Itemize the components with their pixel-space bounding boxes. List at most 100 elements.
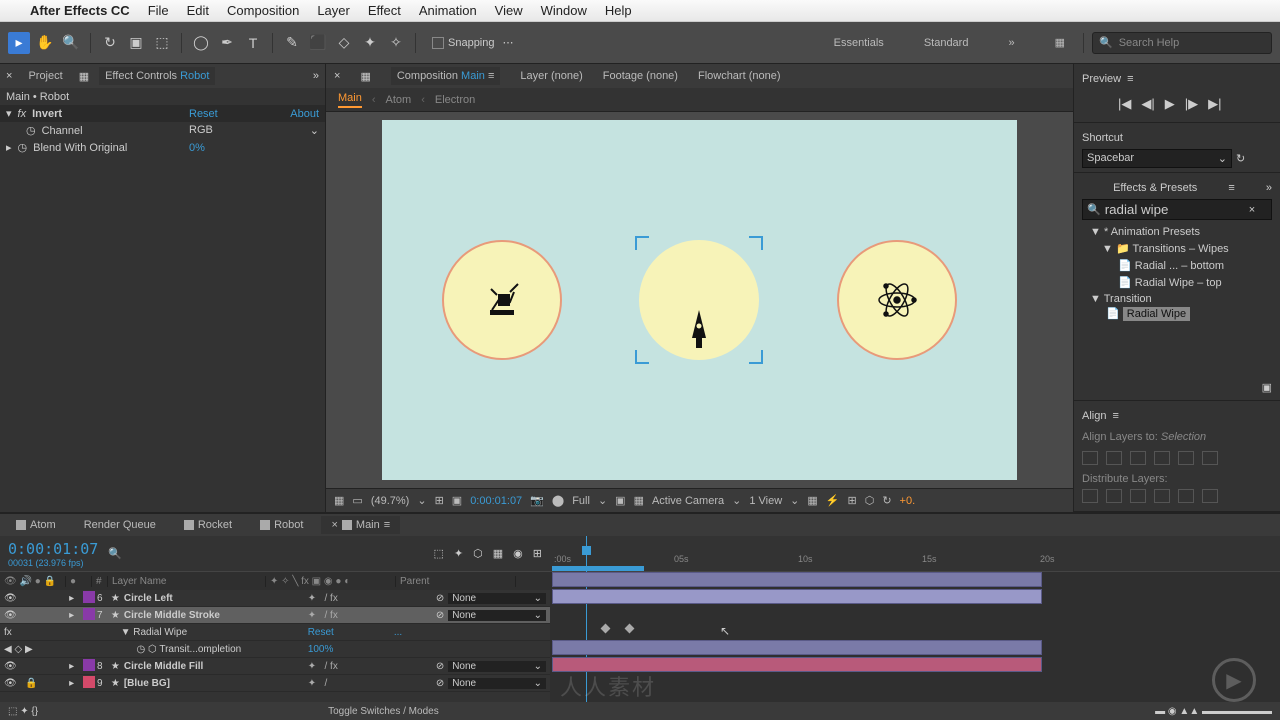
align-bottom-icon[interactable]: [1202, 451, 1218, 465]
menu-composition[interactable]: Composition: [227, 3, 299, 18]
channel-icon[interactable]: ⬤: [552, 494, 564, 507]
play-icon[interactable]: ▶: [1165, 96, 1175, 112]
panel-menu-icon[interactable]: ≡: [1112, 410, 1118, 422]
clear-search-icon[interactable]: ×: [1249, 204, 1255, 216]
workspace-essentials[interactable]: Essentials: [834, 37, 884, 49]
align-right-icon[interactable]: [1130, 451, 1146, 465]
brush-tool-icon[interactable]: ✎: [281, 32, 303, 54]
timeline-icon[interactable]: ⊞: [847, 494, 856, 507]
composition-viewer[interactable]: [326, 112, 1073, 488]
refresh-icon[interactable]: ↻: [882, 494, 891, 507]
effects-search-field[interactable]: 🔍 ×: [1082, 199, 1272, 220]
align-vcenter-icon[interactable]: [1178, 451, 1194, 465]
text-tool-icon[interactable]: T: [242, 32, 264, 54]
toggle-switches-modes[interactable]: Toggle Switches / Modes: [328, 706, 439, 717]
reset-shortcut-icon[interactable]: ↻: [1236, 152, 1245, 165]
next-frame-icon[interactable]: |▶: [1185, 96, 1198, 112]
exposure-value[interactable]: +0.: [900, 495, 916, 507]
layer-bar[interactable]: [552, 589, 1042, 604]
disclosure-icon[interactable]: ▾: [6, 107, 12, 120]
selection-tool-icon[interactable]: ▸: [8, 32, 30, 54]
workspace-standard[interactable]: Standard: [924, 37, 969, 49]
keyframe-icon[interactable]: [601, 624, 611, 634]
tl-tab-atom[interactable]: Atom: [6, 516, 66, 534]
effect-name[interactable]: Invert: [32, 108, 62, 120]
fx-badge-icon[interactable]: fx: [18, 108, 27, 120]
timeline-layer-row[interactable]: 👁 🔒▸9★ [Blue BG]✦ / ⊘None⌄: [0, 675, 550, 692]
menu-animation[interactable]: Animation: [419, 3, 477, 18]
about-link[interactable]: About: [290, 108, 319, 120]
panel-menu-icon[interactable]: ▦: [79, 70, 89, 83]
dist-6-icon[interactable]: [1202, 489, 1218, 503]
overflow-icon[interactable]: »: [1266, 182, 1272, 194]
circle-right-shape[interactable]: [837, 240, 957, 360]
fast-preview-icon[interactable]: ⚡: [826, 494, 840, 507]
close-panel-icon[interactable]: ×: [334, 70, 340, 82]
first-frame-icon[interactable]: |◀: [1118, 96, 1131, 112]
tab-footage[interactable]: Footage (none): [603, 70, 678, 82]
align-left-icon[interactable]: [1082, 451, 1098, 465]
tree-preset-radial-bottom[interactable]: 📄 Radial ... – bottom: [1082, 257, 1272, 274]
timeline-layer-row[interactable]: 👁 ▸6★ Circle Left✦ / fx⊘None⌄: [0, 590, 550, 607]
rotate-tool-icon[interactable]: ↻: [99, 32, 121, 54]
tl-opt1-icon[interactable]: ⬚: [434, 547, 444, 560]
resolution-dropdown[interactable]: Full: [572, 495, 590, 507]
tl-opt6-icon[interactable]: ⊞: [533, 547, 542, 560]
puppet-tool-icon[interactable]: ✧: [385, 32, 407, 54]
timeline-layer-row[interactable]: fx▼ Radial WipeReset...: [0, 624, 550, 641]
zoom-slider[interactable]: ▬ ◉ ▲▲ ▬▬▬▬▬▬▬: [1155, 706, 1272, 717]
menu-layer[interactable]: Layer: [317, 3, 350, 18]
tl-tab-render[interactable]: Render Queue: [74, 516, 166, 534]
breadcrumb-atom[interactable]: Atom: [386, 94, 412, 106]
reset-link[interactable]: Reset: [189, 108, 218, 120]
menu-file[interactable]: File: [148, 3, 169, 18]
keyframe-icon[interactable]: [625, 624, 635, 634]
tl-foot-icon[interactable]: ⬚ ✦ {}: [8, 706, 38, 717]
circle-left-shape[interactable]: [442, 240, 562, 360]
camera-dropdown[interactable]: Active Camera: [652, 495, 724, 507]
panel-overflow-icon[interactable]: »: [313, 70, 319, 82]
dist-1-icon[interactable]: [1082, 489, 1098, 503]
res-dropdown-icon[interactable]: ⌄: [598, 494, 607, 507]
dist-3-icon[interactable]: [1130, 489, 1146, 503]
prev-frame-icon[interactable]: ◀|: [1141, 96, 1154, 112]
timeline-search-icon[interactable]: 🔍: [108, 547, 122, 560]
menu-view[interactable]: View: [495, 3, 523, 18]
shape-tool-icon[interactable]: ◯: [190, 32, 212, 54]
timeline-graph[interactable]: :00s 05s 10s 15s 20s ↖: [550, 536, 1280, 702]
eraser-tool-icon[interactable]: ◇: [333, 32, 355, 54]
workspace-more-icon[interactable]: »: [1008, 37, 1014, 49]
view-dropdown[interactable]: 1 View: [749, 495, 782, 507]
menu-effect[interactable]: Effect: [368, 3, 401, 18]
tree-preset-radial-top[interactable]: 📄 Radial Wipe – top: [1082, 274, 1272, 291]
last-frame-icon[interactable]: ▶|: [1208, 96, 1221, 112]
align-hcenter-icon[interactable]: [1106, 451, 1122, 465]
pen-tool-icon[interactable]: ✒: [216, 32, 238, 54]
safe-zones-icon[interactable]: ⊞: [435, 494, 444, 507]
new-bin-icon[interactable]: ▣: [1262, 382, 1272, 394]
menu-edit[interactable]: Edit: [187, 3, 209, 18]
layer-bar[interactable]: [552, 572, 1042, 587]
timecode-display[interactable]: 0:00:01:07: [470, 495, 522, 507]
blend-value[interactable]: 0%: [189, 142, 319, 154]
shortcut-dropdown[interactable]: Spacebar⌄: [1082, 149, 1232, 168]
channel-dropdown[interactable]: RGB ⌄: [189, 124, 319, 137]
checkbox-icon[interactable]: [432, 37, 444, 49]
effects-search-input[interactable]: [1105, 202, 1245, 217]
flowchart-icon[interactable]: ⬡: [865, 494, 875, 507]
timeline-layer-row[interactable]: 👁 ▸8★ Circle Middle Fill✦ / fx⊘None⌄: [0, 658, 550, 675]
panel-menu-icon[interactable]: ≡: [1127, 73, 1133, 85]
transparency-icon[interactable]: ▦: [634, 494, 644, 507]
panel-icon[interactable]: ▦: [360, 70, 370, 83]
tl-opt5-icon[interactable]: ◉: [513, 547, 523, 560]
roi-icon[interactable]: ▣: [615, 494, 625, 507]
tab-project[interactable]: Project: [22, 67, 68, 85]
zoom-tool-icon[interactable]: 🔍: [60, 32, 82, 54]
tl-opt2-icon[interactable]: ✦: [454, 547, 463, 560]
tl-opt3-icon[interactable]: ⬡: [473, 547, 483, 560]
tl-tab-robot[interactable]: Robot: [250, 516, 313, 534]
zoom-dropdown-icon[interactable]: ⌄: [417, 494, 426, 507]
tab-effect-controls[interactable]: Effect Controls Robot: [99, 67, 215, 85]
timeline-layer-row[interactable]: ◀ ◇ ▶◷ ⬡ Transit...ompletion100%: [0, 641, 550, 658]
pixel-aspect-icon[interactable]: ▦: [807, 494, 817, 507]
